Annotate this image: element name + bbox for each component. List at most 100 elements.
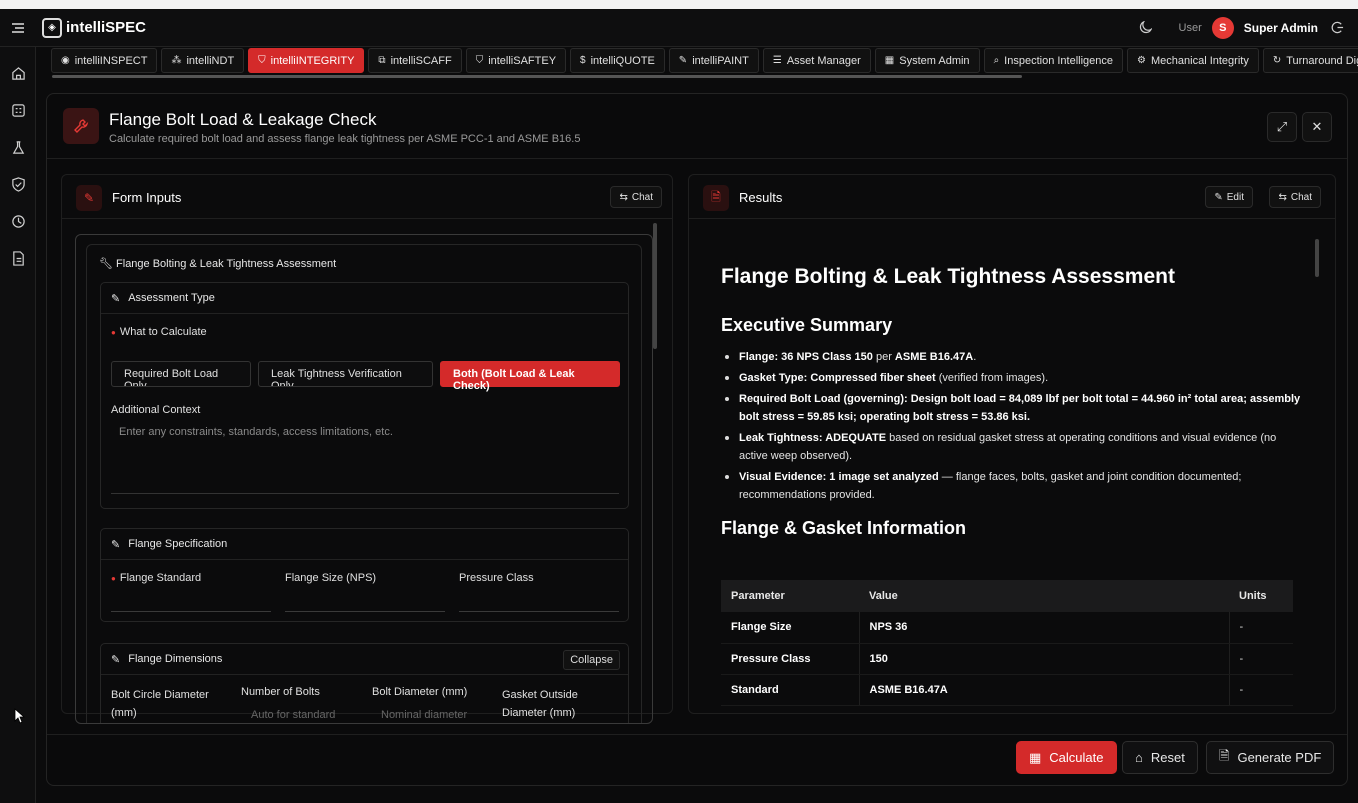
close-icon: ✕ — [1311, 119, 1323, 134]
column-header: Units — [1229, 580, 1293, 612]
tab-intelliintegrity[interactable]: ⛉ intelliINTEGRITY — [248, 48, 365, 73]
shield-check-icon[interactable] — [0, 166, 36, 203]
pdf-icon: 🗎︎ — [1219, 747, 1230, 763]
flask-icon[interactable] — [0, 129, 36, 166]
pressure-class-label: Pressure Class — [459, 572, 534, 584]
table-cell: Flange Size — [721, 612, 860, 644]
edit-icon: ✎ — [111, 653, 121, 666]
results-heading: Flange Bolting & Leak Tightness Assessme… — [721, 265, 1175, 288]
reset-button[interactable]: ⌂ Reset — [1122, 741, 1198, 774]
table-cell: Standard — [721, 674, 860, 706]
number-of-bolts-input[interactable]: Auto for standard — [251, 709, 335, 721]
list-item: Gasket Type: Compressed fiber sheet (ver… — [721, 369, 1301, 387]
calculate-button[interactable]: ▦ Calculate — [1016, 741, 1117, 774]
tab-intelliinspect[interactable]: ◉ intelliINSPECT — [51, 48, 158, 73]
edit-icon: ✎ — [76, 185, 102, 211]
flange-dimensions-group: ✎ Flange Dimensions Collapse Bolt Circle… — [100, 643, 629, 723]
list-item: Flange: 36 NPS Class 150 per ASME B16.47… — [721, 348, 1301, 366]
wrench-icon — [63, 108, 99, 144]
eye-icon: ◉ — [61, 55, 70, 66]
table-header-row: Parameter Value Units — [721, 580, 1293, 612]
calculate-label: Calculate — [1049, 750, 1104, 765]
form-scrollbar[interactable] — [653, 223, 657, 349]
tabs-scrollbar[interactable] — [52, 75, 1022, 78]
form-chat-button[interactable]: ⇆ Chat — [610, 186, 662, 208]
column-header: Value — [859, 580, 1229, 612]
tab-inspection-intelligence[interactable]: ⌕ Inspection Intelligence — [983, 48, 1124, 73]
additional-context-label: Additional Context — [111, 404, 201, 416]
page-title: Flange Bolt Load & Leakage Check — [109, 110, 377, 129]
results-scrollbar[interactable] — [1315, 239, 1319, 277]
assessment-type-group: ✎ Assessment Type ● What to Calculate Req… — [100, 282, 629, 509]
tab-asset-manager[interactable]: ☰ Asset Manager — [762, 48, 871, 73]
table-row: Pressure Class 150 - — [721, 643, 1293, 675]
required-marker: ● — [111, 574, 116, 583]
tab-intelliscaff[interactable]: ⧉ intelliSCAFF — [368, 48, 462, 73]
what-label-text: What to Calculate — [119, 326, 207, 338]
brand-name: intelliSPEC — [66, 19, 147, 36]
option-leak-tightness[interactable]: Leak Tightness Verification Only — [258, 361, 433, 387]
option-label: Required Bolt Load Only — [124, 368, 219, 387]
swap-icon: ⇆ — [619, 191, 628, 203]
calculator-icon: ▦ — [1029, 749, 1042, 765]
history-icon[interactable] — [0, 203, 36, 240]
tab-intellipaint[interactable]: ✎ intelliPAINT — [668, 48, 759, 73]
generate-pdf-button[interactable]: 🗎︎ Generate PDF — [1206, 741, 1335, 774]
what-to-calculate-label: ● What to Calculate — [111, 326, 207, 338]
tab-intellindt[interactable]: ⁂ intelliNDT — [161, 48, 245, 73]
calculator-icon[interactable] — [0, 92, 36, 129]
option-both[interactable]: Both (Bolt Load & Leak Check) — [440, 361, 620, 392]
bolt-diameter-input[interactable]: Nominal diameter — [381, 709, 467, 721]
collapse-button[interactable]: Collapse — [563, 650, 620, 670]
tab-label: intelliPAINT — [692, 54, 749, 67]
flange-spec-header: ✎ Flange Specification — [101, 529, 628, 560]
tab-mechanical-integrity[interactable]: ⚙ Mechanical Integrity — [1127, 48, 1259, 73]
table-row: Flange Size NPS 36 - — [721, 612, 1293, 644]
brand-logo[interactable]: ◈ intelliSPEC — [42, 17, 147, 38]
edit-icon: ✎ — [111, 538, 121, 551]
expand-button[interactable]: ⤢ — [1267, 112, 1297, 142]
document-icon[interactable] — [0, 240, 36, 277]
results-panel-title: Results — [739, 190, 783, 205]
logout-icon[interactable] — [1328, 19, 1346, 37]
flange-size-select[interactable] — [285, 611, 445, 612]
tab-label: Turnaround Digital — [1286, 54, 1358, 67]
pdf-label: Generate PDF — [1237, 750, 1322, 765]
results-panel-header: 🗎︎ Results ✎ Edit ⇆ Chat — [689, 175, 1335, 219]
option-label: Both (Bolt Load & Leak Check) — [453, 368, 575, 392]
additional-context-input[interactable]: Enter any constraints, standards, access… — [111, 422, 619, 494]
close-button[interactable]: ✕ — [1302, 112, 1332, 142]
browser-top-strip — [0, 0, 1358, 9]
results-chat-button[interactable]: ⇆ Chat — [1269, 186, 1321, 208]
context-placeholder: Enter any constraints, standards, access… — [119, 426, 393, 438]
home-icon[interactable] — [0, 55, 36, 92]
search-icon: ⌕ — [993, 55, 1000, 66]
avatar[interactable]: S — [1211, 16, 1234, 39]
tab-system-admin[interactable]: ▦ System Admin — [874, 48, 980, 73]
form-panel-title: Form Inputs — [112, 190, 182, 205]
tab-label: intelliSCAFF — [390, 54, 452, 67]
edit-icon: ✎ — [111, 292, 121, 305]
mouse-cursor-icon — [14, 708, 26, 724]
moon-icon[interactable] — [1137, 19, 1155, 37]
user-role: User — [1178, 21, 1202, 34]
form-scroll-area[interactable]: 🔧︎ Flange Bolting & Leak Tightness Asses… — [75, 234, 653, 724]
section-title: 🔧︎ Flange Bolting & Leak Tightness Asses… — [99, 257, 336, 270]
tab-turnaround-digital[interactable]: ↻ Turnaround Digital — [1262, 48, 1358, 73]
reset-icon: ⌂ — [1135, 750, 1143, 765]
edit-button[interactable]: ✎ Edit — [1205, 186, 1253, 208]
results-panel: 🗎︎ Results ✎ Edit ⇆ Chat Flange Bolting … — [688, 174, 1336, 714]
tab-intelliquote[interactable]: $ intelliQUOTE — [570, 48, 665, 73]
assessment-type-title: Assessment Type — [128, 292, 215, 304]
tab-intellisaftey[interactable]: ⛉ intelliSAFTEY — [465, 48, 567, 73]
pressure-class-select[interactable] — [459, 611, 619, 612]
list-item: Required Bolt Load (governing): Design b… — [721, 390, 1301, 426]
menu-toggle-icon[interactable] — [0, 9, 36, 47]
option-required-bolt-load[interactable]: Required Bolt Load Only — [111, 361, 251, 387]
tab-label: Inspection Intelligence — [1004, 54, 1114, 67]
bolt-circle-diameter-label: Bolt Circle Diameter (mm) — [111, 689, 209, 719]
assessment-type-header: ✎ Assessment Type — [101, 283, 628, 314]
flange-standard-select[interactable] — [111, 611, 271, 612]
dollar-icon: $ — [580, 55, 586, 66]
user-name[interactable]: Super Admin — [1244, 21, 1318, 35]
